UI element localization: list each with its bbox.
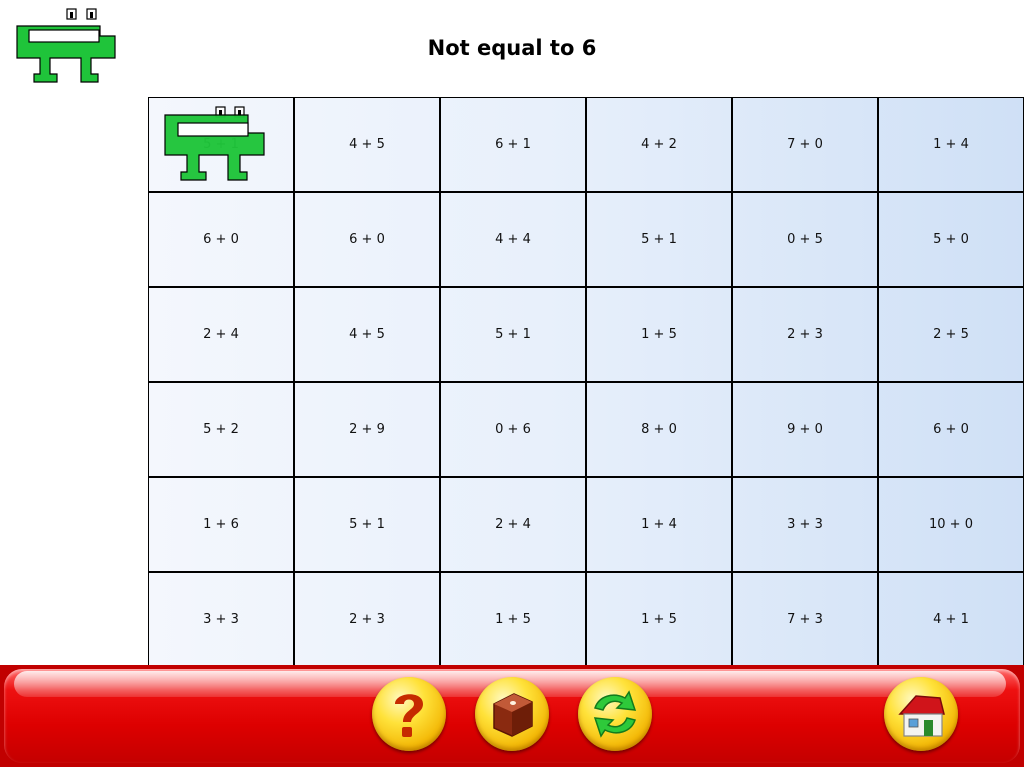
cell-expression: 5 + 1 xyxy=(495,327,531,342)
board-cell[interactable]: 9 + 0 xyxy=(732,382,878,477)
cell-expression: 5 + 1 xyxy=(203,137,239,152)
house-icon xyxy=(898,695,945,737)
board-cell[interactable]: 1 + 4 xyxy=(586,477,732,572)
cell-expression: 4 + 5 xyxy=(349,327,385,342)
cell-expression: 7 + 0 xyxy=(787,137,823,152)
cell-expression: 2 + 5 xyxy=(933,327,969,342)
board-cell[interactable]: 7 + 0 xyxy=(732,97,878,192)
board-cell[interactable]: 5 + 1 xyxy=(148,97,294,192)
cell-expression: 5 + 2 xyxy=(203,422,239,437)
board-cell[interactable]: 5 + 1 xyxy=(586,192,732,287)
cell-expression: 6 + 0 xyxy=(933,422,969,437)
board-cell[interactable]: 6 + 0 xyxy=(148,192,294,287)
help-button[interactable] xyxy=(372,677,446,751)
cell-expression: 6 + 0 xyxy=(203,232,239,247)
board-cell[interactable]: 1 + 5 xyxy=(586,572,732,667)
dice-icon xyxy=(493,693,533,737)
board-cell[interactable]: 2 + 3 xyxy=(294,572,440,667)
board-cell[interactable]: 4 + 5 xyxy=(294,287,440,382)
board-cell[interactable]: 4 + 2 xyxy=(586,97,732,192)
level-button[interactable] xyxy=(475,677,549,751)
cell-expression: 0 + 5 xyxy=(787,232,823,247)
board-cell[interactable]: 4 + 5 xyxy=(294,97,440,192)
board-cell[interactable]: 8 + 0 xyxy=(586,382,732,477)
board-cell[interactable]: 1 + 6 xyxy=(148,477,294,572)
cell-expression: 2 + 3 xyxy=(787,327,823,342)
board-cell[interactable]: 1 + 5 xyxy=(586,287,732,382)
board-cell[interactable]: 5 + 1 xyxy=(294,477,440,572)
board-cell[interactable]: 6 + 0 xyxy=(878,382,1024,477)
cell-expression: 1 + 6 xyxy=(203,517,239,532)
board-cell[interactable]: 6 + 1 xyxy=(440,97,586,192)
board-cell[interactable]: 7 + 3 xyxy=(732,572,878,667)
cell-expression: 6 + 0 xyxy=(349,232,385,247)
board-cell[interactable]: 6 + 0 xyxy=(294,192,440,287)
board-cell[interactable]: 3 + 3 xyxy=(732,477,878,572)
cell-expression: 10 + 0 xyxy=(929,517,973,532)
cell-expression: 5 + 1 xyxy=(349,517,385,532)
cell-expression: 5 + 0 xyxy=(933,232,969,247)
cell-expression: 3 + 3 xyxy=(203,612,239,627)
board-cell[interactable]: 2 + 4 xyxy=(440,477,586,572)
board-cell[interactable]: 5 + 0 xyxy=(878,192,1024,287)
board-cell[interactable]: 0 + 5 xyxy=(732,192,878,287)
reload-button[interactable] xyxy=(578,677,652,751)
board-cell[interactable]: 1 + 5 xyxy=(440,572,586,667)
cell-expression: 1 + 5 xyxy=(495,612,531,627)
cell-expression: 0 + 6 xyxy=(495,422,531,437)
home-button[interactable] xyxy=(884,677,958,751)
game-board: 5 + 1 4 + 5 6 + 1 4 + 2 7 + 0 1 + 4 6 + 0 6 + 0… xyxy=(148,97,1024,667)
board-cell[interactable]: 10 + 0 xyxy=(878,477,1024,572)
cell-expression: 8 + 0 xyxy=(641,422,677,437)
question-mark-icon xyxy=(395,694,423,737)
board-cell[interactable]: 2 + 4 xyxy=(148,287,294,382)
board-cell[interactable]: 0 + 6 xyxy=(440,382,586,477)
board-cell[interactable]: 5 + 1 xyxy=(440,287,586,382)
cell-expression: 5 + 1 xyxy=(641,232,677,247)
cell-expression: 2 + 9 xyxy=(349,422,385,437)
cell-expression: 4 + 1 xyxy=(933,612,969,627)
cell-expression: 1 + 5 xyxy=(641,327,677,342)
board-cell[interactable]: 4 + 4 xyxy=(440,192,586,287)
cell-expression: 4 + 4 xyxy=(495,232,531,247)
cell-expression: 6 + 1 xyxy=(495,137,531,152)
board-cell[interactable]: 5 + 2 xyxy=(148,382,294,477)
cell-expression: 4 + 5 xyxy=(349,137,385,152)
cell-expression: 2 + 4 xyxy=(203,327,239,342)
board-cell[interactable]: 2 + 3 xyxy=(732,287,878,382)
cell-expression: 9 + 0 xyxy=(787,422,823,437)
cell-expression: 1 + 4 xyxy=(641,517,677,532)
cell-expression: 2 + 4 xyxy=(495,517,531,532)
cell-expression: 1 + 5 xyxy=(641,612,677,627)
cell-expression: 2 + 3 xyxy=(349,612,385,627)
board-cell[interactable]: 2 + 5 xyxy=(878,287,1024,382)
reload-arrows-icon xyxy=(593,690,637,738)
board-cell[interactable]: 2 + 9 xyxy=(294,382,440,477)
board-cell[interactable]: 1 + 4 xyxy=(878,97,1024,192)
cell-expression: 4 + 2 xyxy=(641,137,677,152)
cell-expression: 1 + 4 xyxy=(933,137,969,152)
game-title: Not equal to 6 xyxy=(427,36,597,60)
board-cell[interactable]: 3 + 3 xyxy=(148,572,294,667)
cell-expression: 7 + 3 xyxy=(787,612,823,627)
board-cell[interactable]: 4 + 1 xyxy=(878,572,1024,667)
cell-expression: 3 + 3 xyxy=(787,517,823,532)
